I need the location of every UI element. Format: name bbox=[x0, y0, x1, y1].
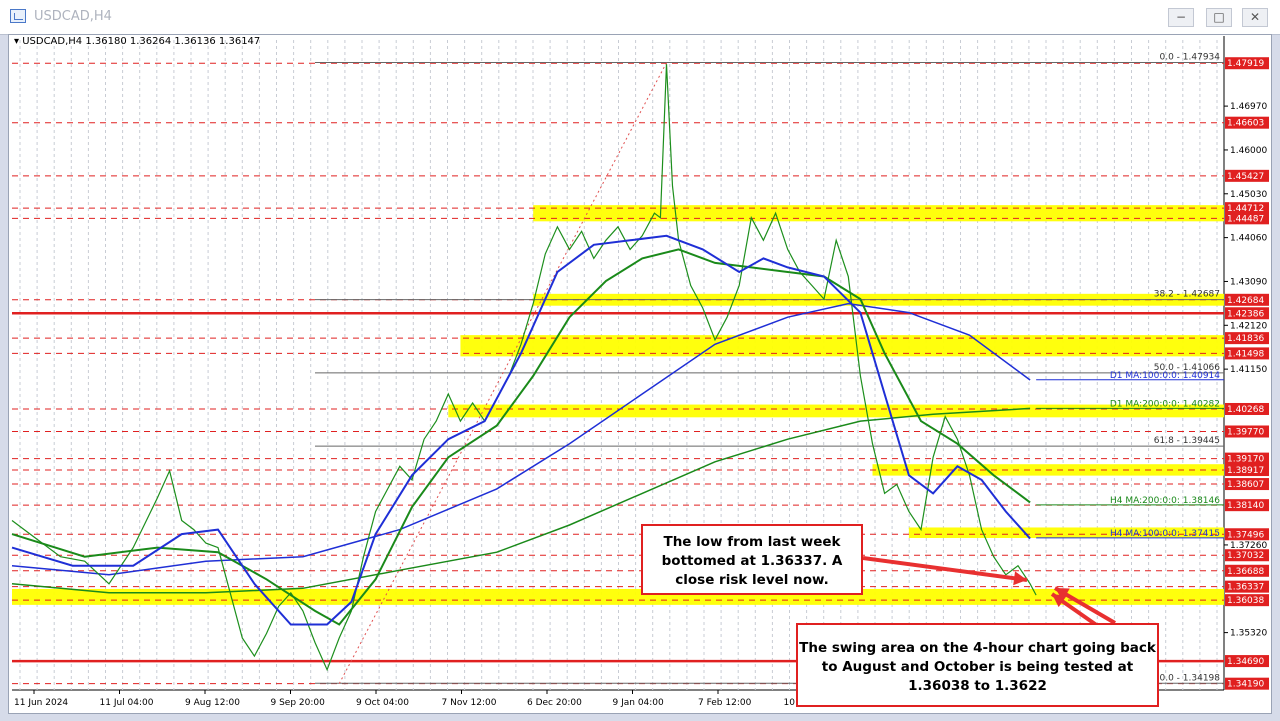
moving-average-label: H4 MA:100:0:0: 1.37415 bbox=[1110, 529, 1220, 539]
date-tick-label: 9 Sep 20:00 bbox=[271, 698, 326, 708]
price-chart[interactable]: 1.479191.466031.454271.447121.444871.426… bbox=[0, 0, 1280, 721]
moving-average-label: D1 MA:200:0:0: 1.40282 bbox=[1110, 399, 1220, 409]
date-tick-label: 6 Dec 20:00 bbox=[527, 698, 582, 708]
price-tick-label: 1.44060 bbox=[1230, 234, 1267, 244]
red-level-label: 1.36038 bbox=[1227, 596, 1264, 606]
red-level-label: 1.46603 bbox=[1227, 119, 1264, 129]
red-level-label: 1.36688 bbox=[1227, 567, 1264, 577]
price-tick-label: 1.46970 bbox=[1230, 102, 1267, 112]
date-tick-label: 11 Jun 2024 bbox=[14, 698, 68, 708]
support-resistance-zone bbox=[12, 588, 1224, 605]
fibonacci-label: 61.8 - 1.39445 bbox=[1154, 436, 1220, 446]
date-tick-label: 7 Feb 12:00 bbox=[698, 698, 752, 708]
red-level-label: 1.42684 bbox=[1227, 296, 1264, 306]
red-level-label: 1.38917 bbox=[1227, 466, 1264, 476]
date-tick-label: 9 Aug 12:00 bbox=[185, 698, 240, 708]
red-level-label: 1.44487 bbox=[1227, 214, 1264, 224]
fibonacci-label: 0.0 - 1.47934 bbox=[1160, 53, 1221, 63]
price-tick-label: 1.41150 bbox=[1230, 365, 1267, 375]
callout-swing-area: The swing area on the 4-hour chart going… bbox=[796, 623, 1159, 707]
price-tick-label: 1.35320 bbox=[1230, 629, 1267, 639]
date-tick-label: 9 Oct 04:00 bbox=[356, 698, 409, 708]
support-resistance-zone bbox=[448, 404, 1224, 418]
price-tick-label: 1.43090 bbox=[1230, 277, 1267, 287]
price-series bbox=[11, 64, 1037, 672]
red-level-label: 1.37032 bbox=[1227, 551, 1264, 561]
price-tick-label: 1.46000 bbox=[1230, 146, 1267, 156]
symbol-info-line: ▾ USDCAD,H4 1.36180 1.36264 1.36136 1.36… bbox=[14, 36, 261, 47]
moving-average-label: D1 MA:100:0:0: 1.40914 bbox=[1110, 371, 1220, 381]
red-level-label: 1.39770 bbox=[1227, 427, 1264, 437]
red-level-label: 1.39170 bbox=[1227, 455, 1264, 465]
red-level-label: 1.36337 bbox=[1227, 583, 1264, 593]
price-tick-label: 1.45030 bbox=[1230, 190, 1267, 200]
red-level-label: 1.34190 bbox=[1227, 680, 1264, 690]
d1-ma200-curve bbox=[11, 407, 1031, 594]
red-level-label: 1.37496 bbox=[1227, 530, 1264, 540]
red-level-label: 1.38607 bbox=[1227, 480, 1264, 490]
red-level-label: 1.34690 bbox=[1227, 657, 1264, 667]
callout-low-last-week: The low from last week bottomed at 1.363… bbox=[641, 524, 863, 595]
red-level-label: 1.45427 bbox=[1227, 172, 1264, 182]
red-level-label: 1.47919 bbox=[1227, 59, 1264, 69]
date-tick-label: 11 Jul 04:00 bbox=[100, 698, 154, 708]
red-level-label: 1.40268 bbox=[1227, 405, 1264, 415]
price-tick-label: 1.37260 bbox=[1230, 541, 1267, 551]
moving-average-label: H4 MA:200:0:0: 1.38146 bbox=[1110, 496, 1220, 506]
price-tick-label: 1.42120 bbox=[1230, 321, 1267, 331]
date-tick-label: 9 Jan 04:00 bbox=[613, 698, 665, 708]
red-level-label: 1.41498 bbox=[1227, 349, 1264, 359]
date-tick-label: 7 Nov 12:00 bbox=[442, 698, 497, 708]
red-level-label: 1.38140 bbox=[1227, 501, 1264, 511]
support-resistance-zone bbox=[533, 205, 1224, 222]
red-level-label: 1.42386 bbox=[1227, 309, 1264, 319]
fibonacci-label: 38.2 - 1.42687 bbox=[1154, 290, 1220, 300]
red-level-label: 1.41836 bbox=[1227, 334, 1264, 344]
